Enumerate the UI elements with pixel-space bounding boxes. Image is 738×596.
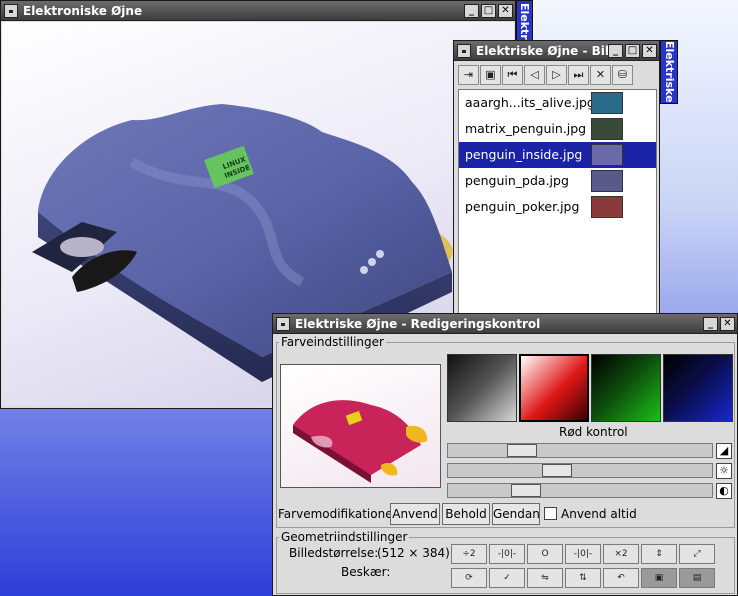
disk-icon[interactable]: ⛁ — [612, 65, 633, 85]
close-button[interactable]: ✕ — [720, 317, 735, 331]
flip-vertical-icon[interactable]: ⇅ — [565, 568, 601, 588]
restore-button[interactable]: Gendan — [492, 503, 540, 525]
color-modifications-label: Farvemodifikationer: — [278, 507, 402, 521]
last-icon[interactable]: ⏭ — [568, 65, 589, 85]
editor-title: Elektriske Øjne - Redigeringskontrol — [295, 317, 541, 331]
file-list[interactable]: aaargh...its_alive.jpg matrix_penguin.jp… — [458, 89, 657, 317]
list-item[interactable]: penguin_inside.jpg — [459, 142, 656, 168]
window-menu-icon[interactable] — [4, 4, 18, 18]
editor-titlebar[interactable]: Elektriske Øjne - Redigeringskontrol _ ✕ — [273, 314, 737, 334]
channel-label: Rød kontrol — [559, 425, 628, 439]
cd-disc — [60, 237, 104, 257]
list-item[interactable]: aaargh...its_alive.jpg — [459, 90, 656, 116]
minimize-button[interactable]: _ — [703, 317, 718, 331]
close-button[interactable]: ✕ — [642, 44, 657, 58]
window-menu-icon[interactable] — [457, 44, 471, 58]
gamma-icon: ◐ — [716, 483, 732, 499]
apply-button[interactable]: Anvend — [390, 503, 440, 525]
browser-toolbar: ⇥ ▣ ⏮ ◁ ▷ ⏭ ✕ ⛁ — [458, 65, 633, 85]
blue-channel-swatch[interactable] — [663, 354, 733, 422]
brightness-slider-thumb[interactable] — [542, 464, 572, 477]
minimize-button[interactable]: _ — [464, 4, 479, 18]
previous-icon[interactable]: ◁ — [524, 65, 545, 85]
half-size-icon[interactable]: ÷2 — [451, 544, 487, 564]
aspect-icon[interactable]: ▤ — [679, 568, 715, 588]
flip-horizontal-icon[interactable]: ⇋ — [527, 568, 563, 588]
browser-titlebar[interactable]: Elektriske Øjne - Bille _ □ ✕ — [454, 41, 659, 61]
gamma-slider[interactable] — [447, 483, 713, 498]
editor-window: Elektriske Øjne - Redigeringskontrol _ ✕… — [272, 313, 738, 596]
maximize-button[interactable]: □ — [625, 44, 640, 58]
contrast-icon: ◢ — [716, 443, 732, 459]
thumbnail-image — [591, 92, 623, 114]
undo-icon[interactable]: ↶ — [603, 568, 639, 588]
original-size-icon[interactable]: O — [527, 544, 563, 564]
contrast-slider[interactable] — [447, 443, 713, 458]
minimize-button[interactable]: _ — [608, 44, 623, 58]
thumbnail-image — [591, 170, 623, 192]
next-icon[interactable]: ▷ — [546, 65, 567, 85]
gamma-slider-thumb[interactable] — [511, 484, 541, 497]
image-size-label: Billedstørrelse: — [289, 546, 379, 560]
crop-icon[interactable]: ✓ — [489, 568, 525, 588]
preview-image — [280, 364, 441, 488]
always-apply-checkbox[interactable] — [544, 507, 557, 520]
list-item[interactable]: penguin_poker.jpg — [459, 194, 656, 220]
green-channel-swatch[interactable] — [591, 354, 661, 422]
window-menu-icon[interactable] — [276, 317, 290, 331]
list-item[interactable]: penguin_pda.jpg — [459, 168, 656, 194]
first-icon[interactable]: ⏮ — [502, 65, 523, 85]
red-channel-swatch[interactable] — [519, 354, 589, 422]
color-settings-label: Farveindstillinger — [279, 335, 386, 349]
open-icon[interactable]: ⇥ — [458, 65, 479, 85]
maximize-icon[interactable]: ⤢ — [679, 544, 715, 564]
fullscreen-icon[interactable]: ▣ — [641, 568, 677, 588]
contrast-slider-thumb[interactable] — [507, 444, 537, 457]
maximize-button[interactable]: □ — [481, 4, 496, 18]
enlarge-icon[interactable]: -|0|- — [565, 544, 601, 564]
double-size-icon[interactable]: ×2 — [603, 544, 639, 564]
thumbnail-image — [591, 144, 623, 166]
brightness-slider[interactable] — [447, 463, 713, 478]
gray-channel-swatch[interactable] — [447, 354, 517, 422]
viewer-title: Elektroniske Øjne — [23, 4, 143, 18]
always-apply-label: Anvend altid — [561, 507, 637, 521]
viewer-titlebar[interactable]: Elektroniske Øjne _ □ ✕ — [1, 1, 515, 21]
list-item[interactable]: matrix_penguin.jpg — [459, 116, 656, 142]
crop-label: Beskær: — [341, 565, 391, 579]
browser-shade-tab[interactable]: Elektriske — [660, 40, 678, 104]
save-icon[interactable]: ▣ — [480, 65, 501, 85]
browser-title: Elektriske Øjne - Bille — [476, 44, 622, 58]
shrink-icon[interactable]: -|0|- — [489, 544, 525, 564]
browser-window: Elektriske Øjne - Bille _ □ ✕ ⇥ ▣ ⏮ ◁ ▷ … — [453, 40, 660, 320]
thumbnail-image — [591, 196, 623, 218]
geometry-settings-label: Geometriindstillinger — [279, 530, 410, 544]
close-button[interactable]: ✕ — [498, 4, 513, 18]
thumbnail-image — [591, 118, 623, 140]
rotate-icon[interactable]: ⟳ — [451, 568, 487, 588]
fit-icon[interactable]: ⇕ — [641, 544, 677, 564]
keep-button[interactable]: Behold — [442, 503, 490, 525]
brightness-icon: ☼ — [716, 463, 732, 479]
close-icon[interactable]: ✕ — [590, 65, 611, 85]
image-size-value: (512 × 384) — [377, 546, 450, 560]
